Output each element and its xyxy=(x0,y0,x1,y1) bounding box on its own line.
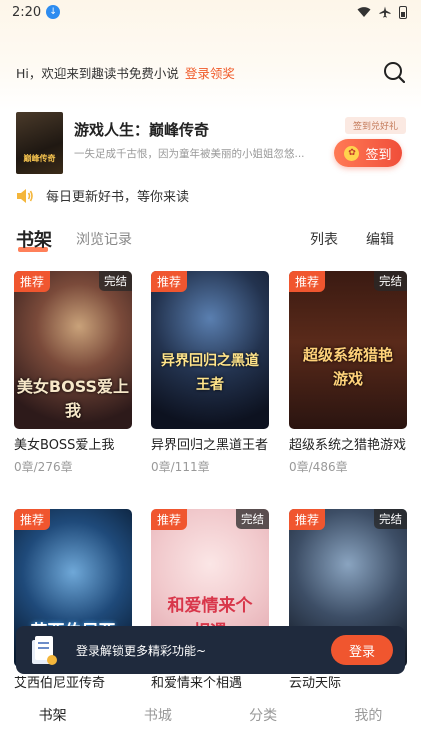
nav-bookshelf[interactable]: 书架 xyxy=(0,696,105,748)
book-card[interactable]: 异界回归之黑道王者 推荐 异界回归之黑道王者 0章/111章 xyxy=(151,271,269,475)
login-button[interactable]: 登录 xyxy=(331,635,393,665)
login-prompt-toast: 登录解锁更多精彩功能~ 登录 xyxy=(16,626,405,674)
nav-category[interactable]: 分类 xyxy=(211,696,316,748)
battery-icon xyxy=(399,5,407,19)
sign-reward-tag: 签到兑好礼 xyxy=(344,117,406,134)
sign-in-button[interactable]: ✿ 签到 xyxy=(334,139,402,167)
book-card[interactable]: 超级系统猎艳游戏 推荐 完结 超级系统之猎艳游戏 0章/486章 xyxy=(289,271,407,475)
greeting: Hi，欢迎来到趣读书免费小说 登录领奖 xyxy=(16,63,235,82)
cover-title-text: 异界回归之黑道王者 xyxy=(161,353,259,393)
cover-title-text: 超级系统猎艳游戏 xyxy=(302,346,393,388)
banner-book-cover[interactable]: 巅峰传奇 xyxy=(16,112,63,174)
book-progress: 0章/276章 xyxy=(14,460,73,474)
book-title[interactable]: 美女BOSS爱上我 xyxy=(14,438,132,454)
sign-in-label: 签到 xyxy=(365,147,392,163)
book-title[interactable]: 云动天际 xyxy=(289,676,407,692)
completed-badge: 完结 xyxy=(374,509,407,529)
book-cover[interactable]: 美女BOSS爱上我 推荐 完结 xyxy=(14,271,132,429)
airplane-icon xyxy=(379,6,391,18)
login-reward-link[interactable]: 登录领奖 xyxy=(185,63,235,82)
recommend-badge: 推荐 xyxy=(151,509,188,530)
completed-badge: 完结 xyxy=(99,271,132,291)
recommend-badge: 推荐 xyxy=(14,509,51,530)
completed-badge: 完结 xyxy=(236,509,269,529)
search-icon[interactable] xyxy=(383,61,405,83)
book-card[interactable]: 美女BOSS爱上我 推荐 完结 美女BOSS爱上我 0章/276章 xyxy=(14,271,132,475)
book-title[interactable]: 异界回归之黑道王者 xyxy=(151,438,269,454)
recommend-badge: 推荐 xyxy=(151,271,188,292)
status-time: 2:20 xyxy=(12,4,42,20)
shelf-tabs: 书架 浏览记录 列表 编辑 xyxy=(16,226,406,256)
nav-mine[interactable]: 我的 xyxy=(316,696,421,748)
status-icons xyxy=(357,5,407,19)
book-progress: 0章/486章 xyxy=(289,460,348,474)
recommend-badge: 推荐 xyxy=(289,271,326,292)
notice-text: 每日更新好书，等你来读 xyxy=(46,190,190,205)
book-gift-icon xyxy=(32,636,57,665)
edit-button[interactable]: 编辑 xyxy=(366,229,394,249)
book-cover[interactable]: 超级系统猎艳游戏 推荐 完结 xyxy=(289,271,407,429)
recommend-banner[interactable]: 巅峰传奇 游戏人生：巅峰传奇 一失足成千古恨，因为童年被美丽的小姐姐忽悠... … xyxy=(16,112,406,174)
coin-icon: ✿ xyxy=(344,145,360,161)
nav-bookstore[interactable]: 书城 xyxy=(105,696,210,748)
list-view-button[interactable]: 列表 xyxy=(310,229,338,249)
speaker-icon xyxy=(17,188,33,203)
tab-history[interactable]: 浏览记录 xyxy=(76,229,132,249)
download-icon: ↓ xyxy=(46,5,61,19)
book-title[interactable]: 超级系统之猎艳游戏 xyxy=(289,438,407,454)
book-title[interactable]: 艾西伯尼亚传奇 xyxy=(14,676,132,692)
tab-bookshelf[interactable]: 书架 xyxy=(16,226,52,252)
notice-bar: 每日更新好书，等你来读 xyxy=(16,186,189,205)
greeting-text: Hi，欢迎来到趣读书免费小说 xyxy=(16,66,179,81)
status-bar: 2:20 ↓ xyxy=(0,0,421,24)
login-prompt-text: 登录解锁更多精彩功能~ xyxy=(76,644,207,658)
recommend-badge: 推荐 xyxy=(14,271,51,292)
book-cover[interactable]: 异界回归之黑道王者 推荐 xyxy=(151,271,269,429)
book-title[interactable]: 和爱情来个相遇 xyxy=(151,676,269,692)
bottom-navigation: 书架 书城 分类 我的 xyxy=(0,696,421,748)
recommend-badge: 推荐 xyxy=(289,509,326,530)
cover-title-text: 美女BOSS爱上我 xyxy=(16,377,130,420)
banner-cover-text: 巅峰传奇 xyxy=(23,154,56,163)
book-progress: 0章/111章 xyxy=(151,460,210,474)
banner-book-description: 一失足成千古恨，因为童年被美丽的小姐姐忽悠... xyxy=(74,148,305,160)
completed-badge: 完结 xyxy=(374,271,407,291)
wifi-icon xyxy=(357,7,371,17)
banner-book-title[interactable]: 游戏人生：巅峰传奇 xyxy=(74,119,209,140)
